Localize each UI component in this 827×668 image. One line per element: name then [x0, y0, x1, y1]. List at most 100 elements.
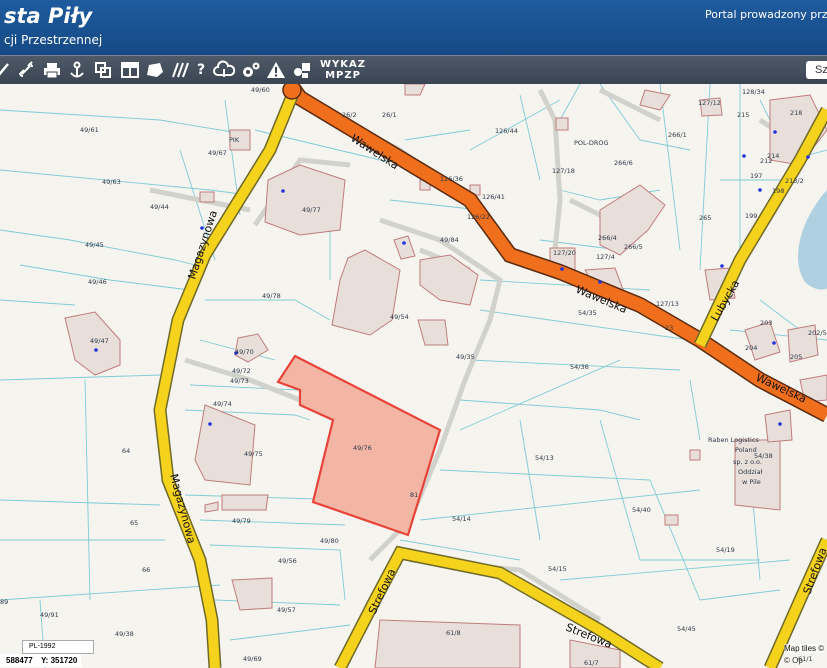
parcel-label: 54/14	[452, 515, 471, 523]
parcel-label: 89	[0, 598, 8, 606]
warning-icon[interactable]	[266, 60, 286, 80]
help-icon[interactable]: ?	[192, 60, 210, 80]
parcel-label: 54/36	[570, 363, 589, 371]
parcel-label: 49/63	[102, 178, 121, 186]
parcel-label: 49/76	[353, 444, 372, 452]
anchor-icon[interactable]	[67, 60, 87, 80]
parcel-label: 127/18	[552, 167, 575, 175]
parcel-label: 215	[737, 111, 749, 119]
parcel-label: 202/5	[808, 329, 827, 337]
app-header: sta Piły cji Przestrzennej Portal prowad…	[0, 0, 827, 55]
parcel-label: 54/19	[716, 546, 735, 554]
osm-attribution[interactable]: © Op	[784, 656, 803, 665]
cloud-icon[interactable]	[213, 60, 236, 80]
parcel-label: 49/79	[232, 517, 251, 525]
parcel-label: 126/36	[440, 175, 463, 183]
parcel-label: 126/41	[482, 193, 505, 201]
parcel-label: 81	[410, 491, 418, 499]
parcel-label: 49/69	[243, 655, 262, 663]
parcel-label: 127/13	[656, 300, 679, 308]
coord-x: 588477	[6, 656, 33, 665]
parcel-label: 61/8	[446, 629, 461, 637]
layers-icon[interactable]	[93, 60, 113, 80]
parcel-label: 54/15	[548, 565, 567, 573]
parcel-label: Raben Logistics	[708, 436, 759, 444]
hatch-icon[interactable]	[170, 60, 190, 80]
parcel-label: Oddział	[738, 468, 763, 476]
parcel-label: 49/75	[244, 450, 263, 458]
app-subtitle: cji Przestrzennej	[4, 33, 103, 47]
parcel-label: 266/5	[624, 243, 643, 251]
parcel-label: 49/73	[230, 377, 249, 385]
parcel-label: 64	[122, 447, 130, 455]
parcel-label: 54/45	[677, 625, 696, 633]
parcel-label: 54/35	[578, 309, 597, 317]
parcel-label: PIK	[229, 136, 240, 144]
app-title: sta Piły	[4, 4, 93, 28]
parcel-label: 205	[790, 353, 802, 361]
parcel-label: 49/35	[456, 353, 475, 361]
layout-icon[interactable]	[120, 60, 140, 80]
parcel-label: 128/34	[742, 88, 765, 96]
parcel-label: 49/74	[213, 400, 232, 408]
parcel-label: 49/57	[277, 606, 296, 614]
parcel-label: 49/47	[90, 337, 109, 345]
coordinate-readout: 588477 Y: 351720	[0, 654, 82, 667]
parcel-label: 266/4	[598, 234, 617, 242]
parcel-label: 266/6	[614, 159, 633, 167]
parcel-label: 49/78	[262, 292, 281, 300]
parcel-label: 54/40	[632, 506, 651, 514]
parcel-label: 23	[665, 324, 673, 332]
parcel-label: 127/20	[553, 249, 576, 257]
parcel-label: 197	[750, 172, 762, 180]
parcel-label: 198	[772, 187, 784, 195]
shape-icon[interactable]	[145, 60, 165, 80]
parcel-label: 49/72	[232, 367, 251, 375]
parcel-label: 127/4	[596, 253, 615, 261]
parcel-label: 126/44	[495, 127, 518, 135]
parcel-label: 265	[699, 214, 711, 222]
parcel-label: 49/56	[278, 557, 297, 565]
parcel-label: 49/61	[80, 126, 99, 134]
parcel-label: 126/22	[467, 213, 490, 221]
parcel-label: POL-DROG	[574, 139, 609, 147]
parcel-label: 204	[745, 344, 757, 352]
coord-y: Y: 351720	[40, 656, 78, 665]
parcel-label: sp. z o.o.	[733, 458, 762, 466]
parcel-label: w Pile	[742, 478, 761, 486]
mpzp-label: MPZP	[325, 70, 361, 81]
settings-icon[interactable]	[240, 60, 262, 80]
parcel-label: 26/1	[382, 111, 397, 119]
parcel-label: 61/7	[584, 659, 599, 667]
parcel-label: 266/1	[668, 131, 687, 139]
search-button[interactable]: Sz	[806, 61, 827, 79]
parcel-label: 49/44	[150, 203, 169, 211]
parcel-label: 49/46	[88, 278, 107, 286]
link-icon[interactable]	[16, 60, 36, 80]
print-icon[interactable]	[42, 60, 62, 80]
parcel-label: 127/12	[698, 99, 721, 107]
parcel-label: 49/80	[320, 537, 339, 545]
parcel-label: 49/91	[40, 611, 59, 619]
crs-select[interactable]: PL-1992	[22, 640, 94, 654]
parcel-label: 26/2	[342, 111, 357, 119]
legend-icon[interactable]	[292, 60, 312, 80]
parcel-label: 203	[760, 319, 772, 327]
parcel-label: 213/2	[785, 177, 804, 185]
parcel-label: 199	[745, 212, 757, 220]
roundabout	[282, 84, 302, 100]
parcel-label: 49/60	[251, 86, 270, 94]
parcel-label: Poland	[735, 446, 757, 454]
parcel-label: 54/13	[535, 454, 554, 462]
parcel-label: 65	[130, 519, 138, 527]
wykaz-mpzp-button[interactable]: WYKAZ MPZP	[320, 59, 366, 81]
parcel-label: 49/77	[302, 206, 321, 214]
ruler-icon[interactable]	[0, 60, 12, 80]
parcel-label: 49/45	[85, 241, 104, 249]
parcel-label: 212	[760, 157, 772, 165]
map-view[interactable]: Wawelska Wawelska Wawelska Magazynowa Ma…	[0, 84, 827, 668]
parcel-label: 66	[142, 566, 150, 574]
parcel-label: 49/38	[115, 630, 134, 638]
parcel-label: 49/67	[208, 149, 227, 157]
map-attribution: Map tiles ©	[784, 644, 825, 653]
